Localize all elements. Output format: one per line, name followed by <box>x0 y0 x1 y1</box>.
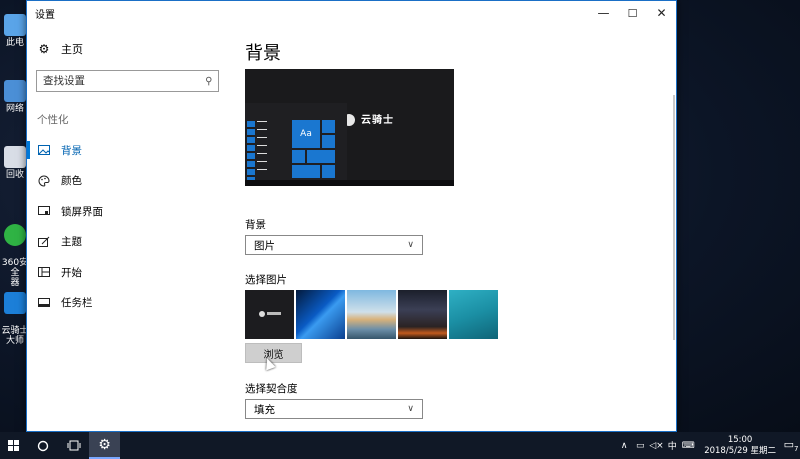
background-preview: 云骑士 Aa <box>245 69 454 186</box>
browse-button[interactable]: 浏览 <box>245 343 302 363</box>
lock-screen-icon <box>37 206 51 216</box>
cortana-button[interactable] <box>27 432 58 459</box>
preview-taskbar <box>245 180 454 186</box>
keyboard-icon[interactable]: ⌨ <box>681 441 695 451</box>
sidebar-item-taskbar[interactable]: 任务栏 <box>27 288 233 319</box>
notification-count: 7 <box>793 445 799 454</box>
notification-icon: ▭ <box>783 437 794 451</box>
sidebar-item-label: 背景 <box>61 144 82 157</box>
settings-window: 设置 — ☐ ✕ ⚙ 主页 ⚲ 个性化 背景 颜色 <box>26 0 677 432</box>
sidebar: ⚙ 主页 ⚲ 个性化 背景 颜色 <box>27 25 233 431</box>
fit-label: 选择契合度 <box>245 383 298 395</box>
chevron-up-icon[interactable]: ∧ <box>617 441 631 451</box>
taskbar: ⚙ ∧ ▭ ◁× 中 ⌨ 15:00 2018/5/29 星期二 ▭7 <box>0 432 800 459</box>
windows-logo-icon <box>8 440 19 451</box>
computer-icon <box>4 14 26 36</box>
sidebar-item-label: 开始 <box>61 266 82 279</box>
sidebar-item-background[interactable]: 背景 <box>27 135 233 166</box>
start-grid-icon <box>37 267 51 278</box>
background-label: 背景 <box>245 219 266 231</box>
maximize-icon: ☐ <box>627 6 638 20</box>
background-dropdown[interactable]: 图片 ∨ <box>245 235 423 255</box>
task-view-button[interactable] <box>58 432 89 459</box>
title-bar[interactable]: 设置 — ☐ ✕ <box>27 1 676 25</box>
clock-time: 15:00 <box>727 434 753 445</box>
main-content: 背景 云骑士 Aa 背景 图片 ∨ 选择图片 浏览 选择契合度 填充 ∨ <box>245 25 676 431</box>
search-icon[interactable]: ⚲ <box>205 76 212 87</box>
gear-icon: ⚙ <box>98 436 111 453</box>
minimize-button[interactable]: — <box>589 1 618 25</box>
start-button[interactable] <box>0 432 27 459</box>
scrollbar[interactable] <box>673 95 675 340</box>
palette-icon <box>37 175 51 187</box>
thumbnail-underwater[interactable] <box>449 290 498 339</box>
sidebar-item-colors[interactable]: 颜色 <box>27 166 233 197</box>
page-title: 背景 <box>245 43 281 64</box>
preview-tile-aa: Aa <box>292 120 320 148</box>
sidebar-item-label: 主题 <box>61 236 82 249</box>
taskbar-icon <box>37 298 51 308</box>
sidebar-item-label: 任务栏 <box>61 297 93 310</box>
search-box[interactable]: ⚲ <box>36 70 219 92</box>
desktop-icon-label: 此电 <box>5 38 24 48</box>
task-view-icon <box>67 440 80 451</box>
action-center-button[interactable]: ▭7 <box>782 438 800 453</box>
thumbnail-windows-blue[interactable] <box>296 290 345 339</box>
picture-thumbnails <box>245 290 500 339</box>
yunqishi-icon <box>4 292 26 314</box>
volume-muted-icon[interactable]: ◁× <box>649 441 663 451</box>
sidebar-item-start[interactable]: 开始 <box>27 257 233 288</box>
nav-list: 背景 颜色 锁屏界面 主题 开始 任务栏 <box>27 135 233 318</box>
ime-indicator[interactable]: 中 <box>665 439 679 452</box>
maximize-button[interactable]: ☐ <box>618 1 647 25</box>
home-label: 主页 <box>61 43 83 56</box>
minimize-icon: — <box>597 6 610 20</box>
recycle-bin-icon <box>4 146 26 168</box>
sidebar-item-themes[interactable]: 主题 <box>27 227 233 258</box>
gear-icon: ⚙ <box>38 42 50 56</box>
preview-logo: 云骑士 <box>343 111 394 126</box>
network-status-icon[interactable]: ▭ <box>633 441 647 451</box>
search-circle-icon <box>37 440 48 451</box>
clock[interactable]: 15:00 2018/5/29 星期二 <box>704 435 776 457</box>
picture-icon <box>37 145 51 156</box>
desktop-icon-label: 云骑士 大师 <box>1 326 29 346</box>
thumbnail-dark-logo[interactable] <box>245 290 294 339</box>
clock-date: 2018/5/29 星期二 <box>704 445 776 456</box>
choose-picture-label: 选择图片 <box>245 274 287 286</box>
sidebar-item-label: 颜色 <box>61 175 82 188</box>
sidebar-item-label: 锁屏界面 <box>61 205 103 218</box>
search-input[interactable] <box>43 75 205 87</box>
theme-brush-icon <box>37 236 51 248</box>
desktop-icon-label: 回收 <box>5 170 24 180</box>
fit-dropdown[interactable]: 填充 ∨ <box>245 399 423 419</box>
window-title: 设置 <box>35 9 55 21</box>
preview-start-menu: Aa <box>245 103 347 186</box>
close-icon: ✕ <box>656 6 667 20</box>
system-tray: ∧ ▭ ◁× 中 ⌨ 15:00 2018/5/29 星期二 ▭7 <box>616 432 800 459</box>
close-button[interactable]: ✕ <box>647 1 676 25</box>
sidebar-item-lock-screen[interactable]: 锁屏界面 <box>27 196 233 227</box>
background-dropdown-value: 图片 <box>254 239 275 252</box>
thumbnail-beach-rock[interactable] <box>347 290 396 339</box>
chevron-down-icon: ∨ <box>407 240 414 250</box>
taskbar-settings-app[interactable]: ⚙ <box>89 432 120 459</box>
thumbnail-night-sky[interactable] <box>398 290 447 339</box>
desktop-icon-label: 网络 <box>5 104 24 114</box>
home-link[interactable]: ⚙ 主页 <box>27 34 233 64</box>
chevron-down-icon: ∨ <box>407 404 414 414</box>
fit-dropdown-value: 填充 <box>254 403 275 416</box>
network-icon <box>4 80 26 102</box>
360-security-icon <box>4 224 26 246</box>
section-label: 个性化 <box>37 114 69 126</box>
